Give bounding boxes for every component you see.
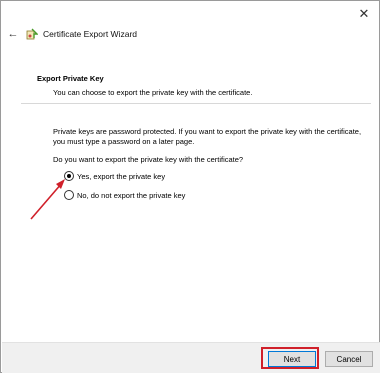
radio-label-yes: Yes, export the private key: [77, 171, 166, 181]
header-separator: [21, 103, 371, 104]
wizard-window: ✕ ← Certificate Export Wizard Export Pri…: [0, 0, 380, 373]
radio-button-yes[interactable]: [64, 171, 74, 181]
description-text: Private keys are password protected. If …: [53, 127, 362, 146]
certificate-wizard-icon: [26, 28, 38, 40]
wizard-title: Certificate Export Wizard: [43, 29, 137, 39]
next-button-highlight: [261, 347, 319, 369]
radio-option-yes[interactable]: Yes, export the private key: [64, 171, 165, 181]
radio-label-no: No, do not export the private key: [77, 190, 186, 200]
section-title: Export Private Key: [37, 74, 104, 83]
button-bar: Next Cancel: [2, 342, 380, 373]
cancel-button[interactable]: Cancel: [325, 351, 373, 367]
section-subtitle: You can choose to export the private key…: [53, 88, 253, 97]
export-question: Do you want to export the private key wi…: [53, 155, 244, 164]
radio-button-no[interactable]: [64, 190, 74, 200]
annotation-arrow: [30, 179, 65, 220]
close-icon[interactable]: ✕: [355, 6, 373, 22]
wizard-header: ← Certificate Export Wizard: [1, 23, 379, 45]
back-arrow-icon[interactable]: ←: [6, 27, 20, 41]
radio-option-no[interactable]: No, do not export the private key: [64, 190, 185, 200]
